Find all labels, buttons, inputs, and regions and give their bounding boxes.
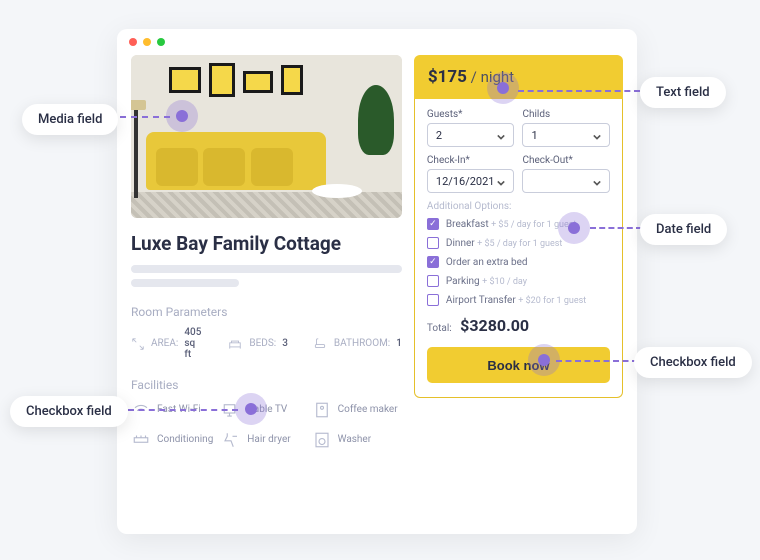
checkout-date[interactable] bbox=[522, 169, 610, 193]
annot-checkbox-right: Checkbox field bbox=[634, 347, 752, 378]
checkbox[interactable] bbox=[427, 237, 439, 249]
option-row[interactable]: Dinner + $5 / day for 1 guest bbox=[427, 237, 610, 249]
annot-media: Media field bbox=[22, 104, 118, 135]
price-header: $175 / night bbox=[414, 55, 623, 99]
checkin-date[interactable]: 12/16/2021 bbox=[427, 169, 515, 193]
annot-checkbox-left: Checkbox field bbox=[10, 396, 128, 427]
facility-icon bbox=[131, 400, 151, 420]
facility-icon bbox=[131, 430, 151, 450]
close-dot[interactable] bbox=[129, 38, 137, 46]
facilities-section-label: Facilities bbox=[131, 378, 402, 392]
childs-label: Childs bbox=[522, 109, 610, 120]
additional-options-label: Additional Options: bbox=[427, 201, 610, 212]
checkbox[interactable] bbox=[427, 294, 439, 306]
listing-media bbox=[131, 55, 402, 218]
skeleton-line bbox=[131, 265, 402, 273]
book-now-button[interactable]: Book now bbox=[427, 347, 610, 383]
price-value: $175 bbox=[428, 67, 467, 87]
guests-select[interactable]: 2 bbox=[427, 123, 515, 147]
facility-item: Coffee maker bbox=[312, 400, 402, 420]
total-value: $3280.00 bbox=[460, 316, 529, 335]
bed-icon bbox=[227, 336, 243, 352]
checkbox[interactable] bbox=[427, 256, 439, 268]
param-bathroom: BATHROOM: 1 bbox=[312, 327, 402, 360]
chevron-down-icon bbox=[593, 131, 601, 139]
app-window: Luxe Bay Family Cottage Room Parameters … bbox=[117, 29, 637, 534]
total-row: Total: $3280.00 bbox=[427, 316, 610, 335]
option-row[interactable]: Breakfast + $5 / day for 1 guest bbox=[427, 218, 610, 230]
childs-select[interactable]: 1 bbox=[522, 123, 610, 147]
titlebar bbox=[117, 29, 637, 55]
minimize-dot[interactable] bbox=[143, 38, 151, 46]
maximize-dot[interactable] bbox=[157, 38, 165, 46]
facility-item: Conditioning bbox=[131, 430, 221, 450]
skeleton-line bbox=[131, 279, 239, 287]
param-beds: BEDS: 3 bbox=[227, 327, 288, 360]
price-unit: / night bbox=[467, 68, 514, 86]
checkbox[interactable] bbox=[427, 275, 439, 287]
option-row[interactable]: Order an extra bed bbox=[427, 256, 610, 268]
listing-title: Luxe Bay Family Cottage bbox=[131, 232, 402, 255]
option-row[interactable]: Parking + $10 / day bbox=[427, 275, 610, 287]
option-row[interactable]: Airport Transfer + $20 for 1 guest bbox=[427, 294, 610, 306]
bath-icon bbox=[312, 336, 328, 352]
facility-icon bbox=[221, 430, 241, 450]
facility-icon bbox=[312, 430, 332, 450]
params-section-label: Room Parameters bbox=[131, 305, 402, 319]
facility-item: Washer bbox=[312, 430, 402, 450]
checkbox[interactable] bbox=[427, 218, 439, 230]
checkout-label: Check-Out* bbox=[522, 155, 610, 166]
chevron-down-icon bbox=[497, 131, 505, 139]
facility-item: Fast Wi-Fi bbox=[131, 400, 221, 420]
annot-text: Text field bbox=[640, 77, 726, 108]
checkin-label: Check-In* bbox=[427, 155, 515, 166]
facility-item: Hair dryer bbox=[221, 430, 311, 450]
area-icon bbox=[131, 336, 145, 352]
guests-label: Guests* bbox=[427, 109, 515, 120]
param-area: AREA: 405 sq ft bbox=[131, 327, 203, 360]
annot-date: Date field bbox=[640, 214, 727, 245]
chevron-down-icon bbox=[497, 177, 505, 185]
facility-item: Cable TV bbox=[221, 400, 311, 420]
facility-icon bbox=[221, 400, 241, 420]
facility-icon bbox=[312, 400, 332, 420]
chevron-down-icon bbox=[593, 177, 601, 185]
